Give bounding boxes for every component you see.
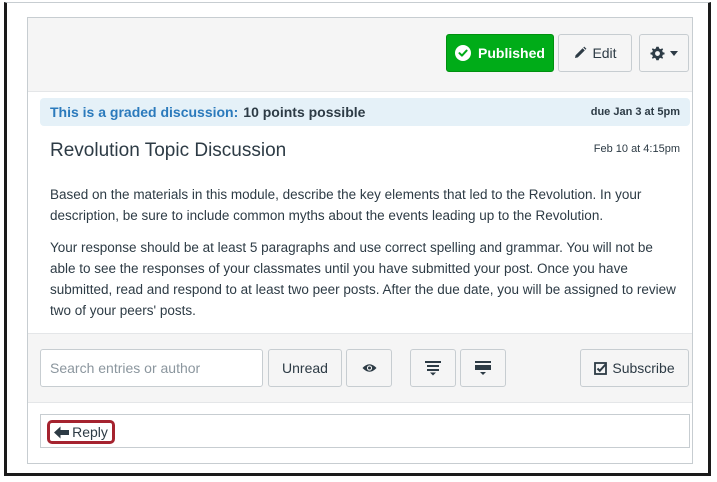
checkbox-icon — [594, 361, 608, 375]
window-frame: Published Edit This is a graded discussi… — [4, 2, 711, 476]
mark-all-read-button[interactable] — [346, 349, 392, 387]
discussion-panel: Published Edit This is a graded discussi… — [27, 17, 693, 464]
pencil-icon — [573, 46, 587, 60]
unread-label: Unread — [282, 360, 328, 376]
reply-bar: Reply — [40, 414, 690, 448]
due-date: due Jan 3 at 5pm — [590, 106, 680, 118]
reply-button[interactable]: Reply — [47, 420, 115, 444]
collapse-all-button[interactable] — [460, 349, 506, 387]
subscribe-button[interactable]: Subscribe — [580, 349, 689, 387]
reply-arrow-icon — [54, 426, 70, 439]
discussion-toolbar: Unread Subscribe — [28, 333, 692, 403]
body-paragraph: Your response should be at least 5 parag… — [50, 240, 676, 318]
eye-icon — [362, 363, 377, 373]
discussion-header: Published Edit — [28, 18, 692, 92]
published-label: Published — [478, 45, 545, 61]
check-circle-icon — [455, 45, 472, 61]
gear-icon — [650, 46, 665, 61]
body-paragraph: Based on the materials in this module, d… — [50, 187, 642, 223]
discussion-body: Based on the materials in this module, d… — [50, 184, 680, 332]
points-possible: 10 points possible — [243, 104, 366, 120]
search-input[interactable] — [40, 349, 263, 387]
edit-label: Edit — [592, 45, 617, 61]
graded-label: This is a graded discussion: — [50, 104, 239, 120]
published-button[interactable]: Published — [446, 34, 554, 72]
expand-all-icon — [425, 360, 441, 376]
unread-button[interactable]: Unread — [268, 349, 342, 387]
caret-down-icon — [670, 50, 678, 56]
graded-discussion-banner: This is a graded discussion: 10 points p… — [40, 98, 690, 126]
settings-menu-button[interactable] — [639, 34, 689, 72]
post-date: Feb 10 at 4:15pm — [593, 143, 680, 155]
edit-button[interactable]: Edit — [558, 34, 632, 72]
collapse-all-icon — [475, 360, 491, 376]
reply-label: Reply — [72, 424, 108, 440]
discussion-title: Revolution Topic Discussion — [50, 140, 287, 161]
expand-all-button[interactable] — [410, 349, 456, 387]
subscribe-label: Subscribe — [612, 360, 675, 376]
